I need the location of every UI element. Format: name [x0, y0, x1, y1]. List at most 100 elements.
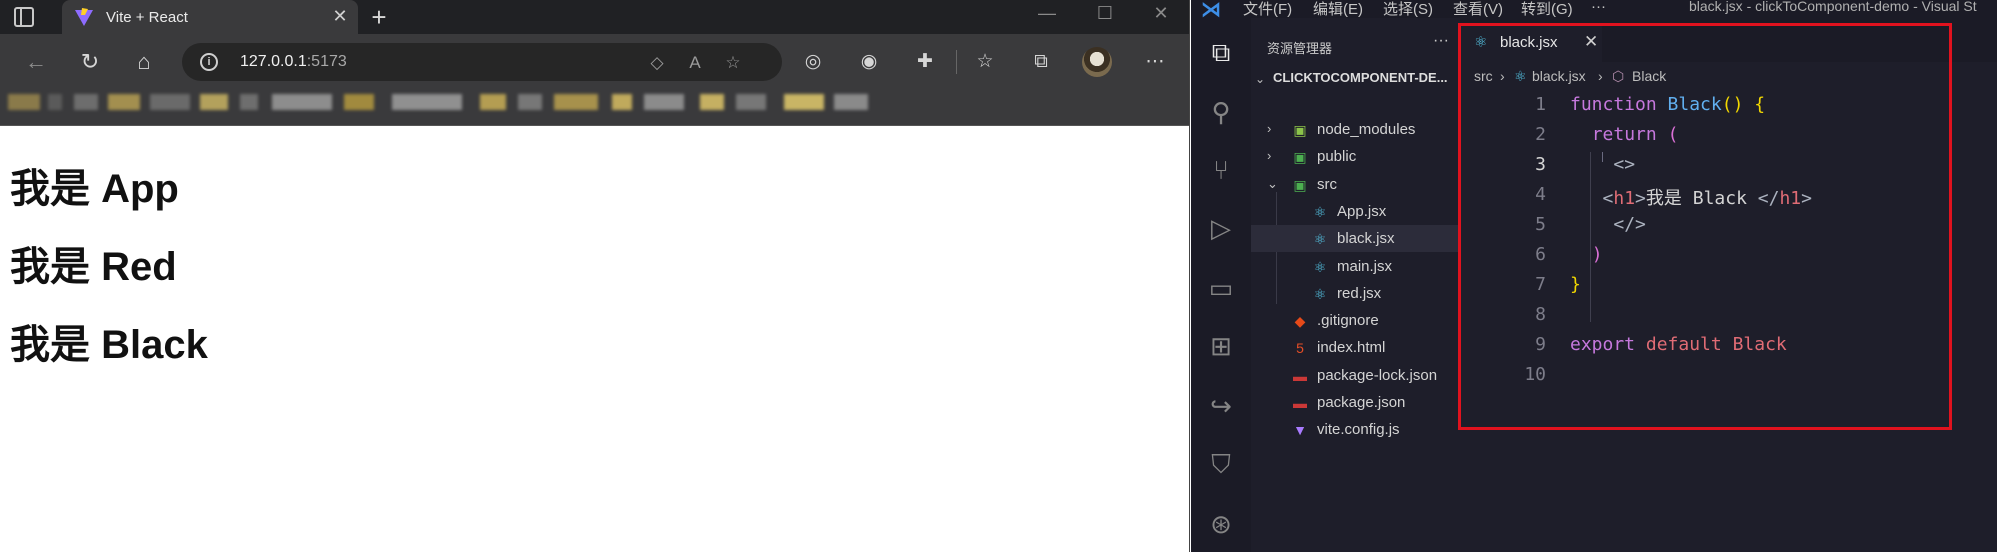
react-icon: ⚛: [1313, 203, 1327, 220]
menu-view[interactable]: 查看(V): [1453, 0, 1503, 19]
tree-item-label: black.jsx: [1337, 230, 1395, 248]
vscode-window-title: black.jsx - clickToComponent-demo - Visu…: [1689, 0, 1977, 14]
tree-item[interactable]: ▼ vite.config.js: [1251, 416, 1460, 443]
chevron-right-icon[interactable]: ›: [1267, 148, 1271, 163]
npm-icon: ▬: [1293, 395, 1307, 411]
favorites-bar: [0, 90, 1189, 126]
blurred-bookmarks: [8, 94, 888, 118]
chevron-down-icon[interactable]: ⌄: [1255, 72, 1265, 86]
npm-icon: ▬: [1293, 367, 1307, 384]
tree-item[interactable]: 5 index.html: [1251, 334, 1460, 361]
explorer-sidebar: 资源管理器 ··· ⌄ CLICKTOCOMPONENT-DE... › ▣ nod…: [1251, 18, 1460, 552]
extensions-puzzle-icon[interactable]: ✚: [912, 49, 938, 75]
url-text[interactable]: 127.0.0.1:5173: [240, 53, 347, 71]
tree-item[interactable]: ⚛ main.jsx: [1251, 253, 1460, 280]
menu-go[interactable]: 转到(G): [1521, 0, 1573, 19]
tree-item-label: vite.config.js: [1317, 421, 1400, 439]
tree-item-label: main.jsx: [1337, 257, 1393, 275]
tab-actions-icon[interactable]: [14, 7, 34, 27]
close-window-button[interactable]: ✕: [1146, 3, 1176, 24]
tree-item-label: package-lock.json: [1317, 366, 1438, 384]
tree-item-label: .gitignore: [1317, 312, 1379, 330]
public-folder-icon: ▣: [1293, 149, 1307, 166]
home-icon[interactable]: ⌂: [130, 48, 158, 76]
maximize-button[interactable]: ☐: [1090, 3, 1120, 24]
git-icon: ◆: [1294, 313, 1306, 330]
collections-icon[interactable]: ⧉: [1028, 49, 1054, 75]
profile-avatar[interactable]: [1082, 47, 1112, 77]
extensions-icon[interactable]: ⊞: [1201, 326, 1241, 366]
tree-item[interactable]: ▬ package-lock.json: [1251, 362, 1460, 389]
menu-selection[interactable]: 选择(S): [1383, 0, 1433, 19]
tree-item-label: src: [1317, 175, 1337, 193]
browser-tab-title: Vite + React: [106, 9, 188, 26]
refresh-icon[interactable]: ↻: [76, 48, 104, 76]
remote-explorer-icon[interactable]: ▭: [1201, 268, 1241, 308]
search-icon[interactable]: ⚲: [1201, 92, 1241, 132]
menu-file[interactable]: 文件(F): [1243, 0, 1292, 19]
heading-black: 我是 Black: [10, 323, 208, 367]
browser-tab-active[interactable]: Vite + React ✕: [62, 0, 358, 34]
node-folder-icon: ▣: [1293, 122, 1307, 138]
tree-item[interactable]: › ▣ public: [1251, 143, 1460, 170]
react-icon: ⚛: [1313, 258, 1327, 275]
src-folder-icon: ▣: [1293, 176, 1307, 193]
tree-item[interactable]: ⚛ black.jsx: [1251, 225, 1460, 253]
tree-item-label: node_modules: [1317, 121, 1416, 138]
explorer-icon[interactable]: ⧉: [1201, 32, 1241, 72]
html5-icon: 5: [1296, 340, 1304, 357]
extension-eyes-icon[interactable]: ◎: [800, 49, 826, 75]
run-debug-icon[interactable]: ▷: [1201, 208, 1241, 248]
tree-item[interactable]: ⌄ ▣ src: [1251, 171, 1460, 198]
tree-item[interactable]: ▬ package.json: [1251, 389, 1460, 416]
address-bar[interactable]: i 127.0.0.1:5173 ◇ A ☆: [182, 43, 782, 81]
tag-icon[interactable]: ◇: [646, 52, 668, 74]
toolbar-divider: [956, 50, 957, 74]
site-info-icon[interactable]: i: [200, 53, 218, 71]
highlight-annotation-box: [1458, 23, 1952, 430]
vite-icon: ▼: [1293, 422, 1307, 439]
browser-window: Vite + React ✕ + — ☐ ✕ ← ↻ ⌂ i 127.0.0.1…: [0, 0, 1190, 552]
chevron-right-icon[interactable]: ›: [1267, 121, 1271, 136]
add-favorite-icon[interactable]: ☆: [722, 52, 744, 74]
explorer-title: 资源管理器: [1267, 41, 1333, 56]
vscode-menubar: ⋊ 文件(F) 编辑(E) 选择(S) 查看(V) 转到(G) ··· blac…: [1191, 0, 1997, 21]
tree-item-label: index.html: [1317, 339, 1386, 357]
heading-red: 我是 Red: [10, 245, 177, 289]
close-tab-icon[interactable]: ✕: [330, 6, 350, 27]
favorites-icon[interactable]: ☆: [972, 49, 998, 75]
menu-edit[interactable]: 编辑(E): [1313, 0, 1363, 19]
tree-item-label: package.json: [1317, 394, 1406, 411]
chevron-down-icon[interactable]: ⌄: [1267, 176, 1278, 192]
back-arrow-icon[interactable]: ←: [22, 48, 50, 76]
web-page-content: 我是 App 我是 Red 我是 Black: [0, 126, 1189, 552]
source-control-icon[interactable]: ⑂: [1201, 150, 1241, 190]
tree-item-label: red.jsx: [1337, 284, 1382, 302]
explorer-more-icon[interactable]: ···: [1433, 32, 1449, 50]
bookmark-icon[interactable]: ⛉: [1201, 444, 1241, 484]
heading-app: 我是 App: [10, 167, 179, 211]
browser-toolbar: ← ↻ ⌂ i 127.0.0.1:5173 ◇ A ☆ ◎ ◉ ✚ ☆ ⧉ ⋯: [0, 34, 1189, 90]
tree-item[interactable]: › ▣ node_modules: [1251, 116, 1460, 143]
git-graph-icon[interactable]: ⊛: [1201, 504, 1241, 544]
url-port: :5173: [306, 53, 347, 70]
react-icon: ⚛: [1313, 231, 1327, 248]
minimize-button[interactable]: —: [1032, 3, 1062, 24]
vite-icon: [75, 8, 93, 26]
more-menu-icon[interactable]: ⋯: [1142, 49, 1168, 75]
tree-item[interactable]: ◆ .gitignore: [1251, 307, 1460, 334]
project-folder-title[interactable]: CLICKTOCOMPONENT-DE...: [1273, 70, 1448, 85]
react-icon: ⚛: [1313, 285, 1327, 302]
read-aloud-icon[interactable]: A: [684, 52, 706, 74]
menu-more[interactable]: ···: [1591, 0, 1606, 15]
browser-tab-bar: Vite + React ✕ + — ☐ ✕: [0, 0, 1189, 34]
tree-item-label: App.jsx: [1337, 202, 1387, 220]
tree-item[interactable]: ⚛ red.jsx: [1251, 280, 1460, 307]
url-host: 127.0.0.1: [240, 53, 307, 70]
tree-item[interactable]: ⚛ App.jsx: [1251, 198, 1460, 225]
new-tab-button[interactable]: +: [364, 2, 394, 33]
extension-target-icon[interactable]: ◉: [856, 49, 882, 75]
tree-item-label: public: [1317, 148, 1357, 166]
live-share-icon[interactable]: ↪: [1201, 386, 1241, 426]
activity-bar: ⧉ ⚲ ⑂ ▷ ▭ ⊞ ↪ ⛉ ⊛: [1191, 18, 1251, 552]
